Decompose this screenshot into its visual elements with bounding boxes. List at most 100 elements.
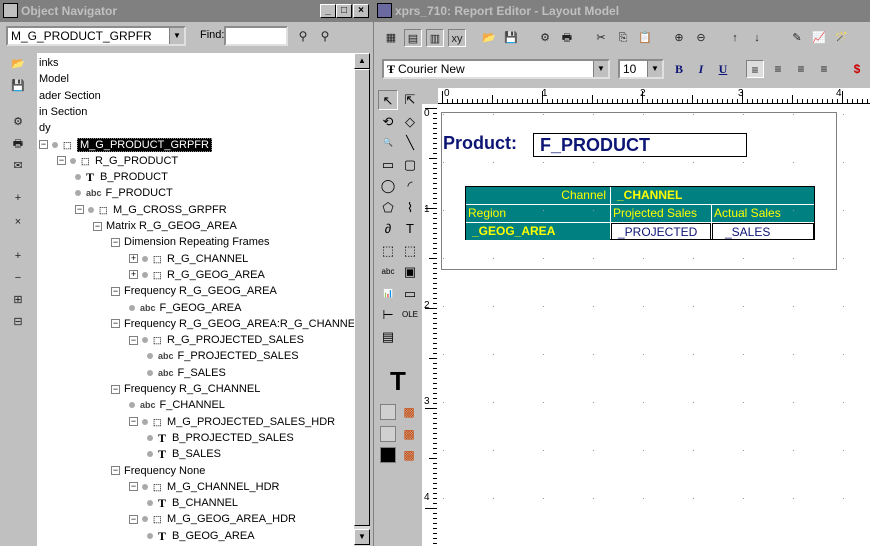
frame-icon[interactable]: ⬚ [378, 240, 398, 261]
tree-node[interactable]: − ⬚ M_G_CHANNEL_HDR [129, 479, 279, 495]
tree-node[interactable]: abc F_PROJECTED_SALES [147, 348, 299, 364]
projected-sales-field[interactable]: _PROJECTED [611, 223, 711, 240]
tree-node[interactable]: ader Section [39, 88, 101, 104]
navigator-vertical-scrollbar[interactable]: ▲ ▼ [354, 53, 370, 546]
open-icon[interactable]: 📂 [480, 29, 498, 47]
tree-node[interactable]: abc F_SALES [147, 365, 226, 381]
channel-field[interactable]: _CHANNEL [611, 187, 814, 204]
collapse-node-icon[interactable]: − [111, 319, 120, 329]
freehand-icon[interactable]: ∂ [378, 219, 398, 239]
run-icon[interactable]: ⚙ [536, 29, 554, 47]
polygon-icon[interactable]: ⬠ [378, 197, 398, 218]
collapse-node-icon[interactable]: − [111, 384, 120, 394]
reshape-icon[interactable]: ◇ [400, 111, 420, 132]
data-model-icon[interactable]: ▦ [382, 29, 400, 47]
mail-icon[interactable]: ✉ [9, 157, 27, 175]
tree-node[interactable]: − Frequency R_G_CHANNEL [111, 381, 260, 397]
projected-sales-header[interactable]: Projected Sales [611, 205, 711, 222]
collapse-node-icon[interactable]: − [129, 482, 138, 492]
currency-icon[interactable]: $ [848, 60, 866, 78]
zoom-icon[interactable]: 🔍 [378, 133, 398, 153]
close-button[interactable]: × [353, 4, 369, 18]
collapse-node-icon[interactable]: − [129, 335, 138, 345]
ellipse-icon[interactable]: ◯ [378, 176, 398, 196]
actual-sales-header[interactable]: Actual Sales [712, 205, 814, 222]
delete-icon[interactable]: × [9, 213, 27, 231]
param-form-icon[interactable]: ▥ [426, 29, 444, 47]
send-back-icon[interactable]: ↓ [748, 29, 766, 47]
collapse-node-icon[interactable]: − [111, 466, 120, 476]
paste-icon[interactable]: 📋 [636, 29, 654, 47]
region-header-label[interactable]: Region [466, 205, 610, 222]
repeating-frame-icon[interactable]: ⬚ [400, 240, 420, 261]
collapse-node-icon[interactable]: − [111, 237, 120, 247]
find-input[interactable] [224, 26, 288, 46]
tree-node[interactable]: T B_CHANNEL [147, 495, 238, 511]
find-next-icon[interactable]: ⚲ [294, 27, 312, 45]
zoom-out-icon[interactable]: ⊖ [692, 29, 710, 47]
tree-node[interactable]: − Frequency R_G_GEOG_AREA [111, 283, 277, 299]
scroll-down-icon[interactable]: ▼ [354, 529, 370, 545]
tree-node[interactable]: − ⬚ R_G_PRODUCT [57, 153, 178, 169]
tree-node[interactable]: − Frequency None [111, 463, 205, 479]
zoom-in-icon[interactable]: ⊕ [670, 29, 688, 47]
navigator-title-bar[interactable]: Object Navigator _ □ × [0, 0, 373, 22]
arc-icon[interactable]: ◜ [400, 176, 420, 196]
line-color-swatch[interactable] [380, 426, 396, 442]
open-folder-icon[interactable]: 📂 [9, 55, 27, 73]
channel-header-label[interactable]: Channel [466, 187, 610, 204]
tree-node[interactable]: abc F_PRODUCT [75, 185, 173, 201]
object-combo[interactable]: M_G_PRODUCT_GRPFR ▼ [6, 26, 186, 46]
text-color-icon[interactable]: ▩ [400, 446, 418, 464]
tree-node[interactable]: T B_SALES [147, 446, 221, 462]
tree-node[interactable]: T B_GEOG_AREA [147, 528, 255, 544]
fill-color-swatch[interactable] [380, 404, 396, 420]
sales-field[interactable]: _SALES [712, 223, 814, 240]
report-icon[interactable]: ▤ [378, 326, 398, 347]
align-center-icon[interactable]: ≡ [769, 60, 787, 78]
font-name-combo[interactable]: Ŧ Courier New ▼ [382, 59, 610, 79]
collapse-icon[interactable]: − [9, 269, 27, 287]
line-icon[interactable]: ╲ [400, 133, 420, 153]
select-icon[interactable]: ↖ [378, 90, 398, 110]
collapse-node-icon[interactable]: − [39, 140, 48, 150]
justify-icon[interactable]: ≡ [815, 60, 833, 78]
print-icon[interactable]: 🖶 [558, 29, 576, 47]
italic-button[interactable]: I [692, 60, 710, 78]
tree-node[interactable]: in Section [39, 104, 87, 120]
layout-canvas[interactable]: Product: F_PRODUCT Channel _CHANNEL Regi… [437, 104, 870, 546]
line-color-icon[interactable]: ▩ [400, 425, 418, 443]
tree-node[interactable]: − ⬚ M_G_PRODUCT_GRPFR [39, 137, 212, 153]
edit-icon[interactable]: ✎ [788, 29, 806, 47]
expand-icon[interactable]: + [9, 247, 27, 265]
maximize-button[interactable]: □ [336, 4, 352, 18]
tree-node[interactable]: T B_PRODUCT [75, 169, 168, 185]
find-prev-icon[interactable]: ⚲ [316, 27, 334, 45]
tree-node[interactable]: − Dimension Repeating Frames [111, 234, 270, 250]
ole-icon[interactable]: OLE [400, 305, 420, 325]
chevron-down-icon[interactable]: ▼ [593, 61, 608, 77]
layout-model-icon[interactable]: ▤ [404, 29, 422, 47]
text-icon[interactable]: T [400, 219, 420, 239]
collapse-node-icon[interactable]: − [57, 156, 66, 166]
product-field[interactable]: F_PRODUCT [533, 133, 747, 157]
align-left-icon[interactable]: ≡ [746, 60, 764, 78]
tree-node[interactable]: − ⬚ M_G_PROJECTED_SALES_HDR [129, 414, 335, 430]
tree-node[interactable]: − ⬚ M_G_GEOG_AREA_HDR [129, 511, 296, 527]
create-icon[interactable]: + [9, 189, 27, 207]
polyline-icon[interactable]: ⌇ [400, 197, 420, 218]
text-color-swatch[interactable] [380, 447, 396, 463]
chart-wizard-icon[interactable]: 📈 [810, 29, 828, 47]
anchor-icon[interactable]: ⊢ [378, 305, 398, 325]
tree-node[interactable]: − Frequency R_G_GEOG_AREA:R_G_CHANNEL [111, 316, 354, 332]
collapse-node-icon[interactable]: − [111, 286, 120, 296]
rectangle-icon[interactable]: ▭ [378, 154, 398, 175]
tree-node[interactable]: + ⬚ R_G_GEOG_AREA [129, 267, 265, 283]
chevron-down-icon[interactable]: ▼ [169, 28, 184, 44]
save-icon[interactable]: 💾 [9, 77, 27, 95]
button-icon[interactable]: ▭ [400, 283, 420, 304]
save-icon[interactable]: 💾 [502, 29, 520, 47]
print-icon[interactable]: 🖶 [9, 135, 27, 153]
bring-front-icon[interactable]: ↑ [726, 29, 744, 47]
bold-button[interactable]: B [670, 60, 688, 78]
